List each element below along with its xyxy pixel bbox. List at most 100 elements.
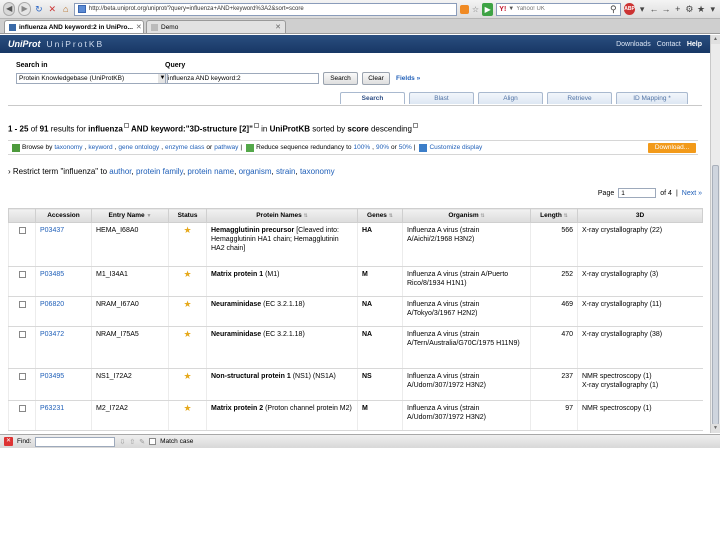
column-header-protein-names[interactable]: Protein Names ⇅ <box>206 208 358 223</box>
star-icon[interactable]: ★ <box>697 4 706 15</box>
customize-display-link[interactable]: Customize display <box>429 144 482 151</box>
find-previous-icon[interactable]: ⇧ <box>129 438 135 446</box>
accession-link[interactable]: P03472 <box>40 331 64 338</box>
match-case-checkbox[interactable] <box>149 438 157 445</box>
column-header-3d[interactable]: 3D <box>577 208 703 223</box>
close-icon[interactable]: ✕ <box>275 23 281 31</box>
database-select[interactable]: Protein Knowledgebase (UniProtKB) ▼ <box>16 73 168 84</box>
redundancy-50-link[interactable]: 50% <box>399 144 412 151</box>
page-input[interactable]: 1 <box>618 188 657 198</box>
uniprot-logo[interactable]: UniProt <box>8 39 41 49</box>
plus-icon[interactable]: + <box>673 4 682 14</box>
sort-desc-icon[interactable]: ▼ <box>146 213 151 219</box>
accession-link[interactable]: P03437 <box>40 227 64 234</box>
search-engine-box[interactable]: Y! ▼ ⚲ <box>496 2 622 16</box>
download-button[interactable]: Download... <box>648 143 696 153</box>
search-button[interactable]: Search <box>323 72 358 85</box>
browser-tab-demo[interactable]: Demo ✕ <box>146 20 286 33</box>
sort-icon[interactable]: ⇅ <box>304 213 308 219</box>
rss-icon[interactable] <box>459 4 469 14</box>
tab-blast[interactable]: Blast <box>409 92 474 104</box>
adblock-icon[interactable]: ABP <box>624 3 635 15</box>
back-icon[interactable]: ◀ <box>3 2 16 16</box>
redundancy-100-link[interactable]: 100% <box>354 144 371 151</box>
column-header-status[interactable]: Status <box>168 208 207 223</box>
tab-search[interactable]: Search <box>340 92 405 104</box>
tab-align[interactable]: Align <box>478 92 543 104</box>
query-input[interactable]: influenza AND keyword:2 <box>165 73 319 84</box>
chevron-down-icon[interactable]: ▼ <box>508 3 514 15</box>
browse-go-link[interactable]: gene ontology <box>118 144 159 151</box>
clear-button[interactable]: Clear <box>362 72 390 85</box>
fields-link[interactable]: Fields » <box>396 75 420 82</box>
downloads-link[interactable]: Downloads <box>616 41 651 48</box>
chevron-down-icon[interactable]: ▾ <box>638 4 647 15</box>
remove-term-icon[interactable] <box>253 123 259 128</box>
sort-icon[interactable]: ⇅ <box>480 213 484 219</box>
home-icon[interactable]: ⌂ <box>61 3 71 15</box>
restrict-family-link[interactable]: protein family <box>136 167 183 176</box>
restrict-taxonomy-link[interactable]: taxonomy <box>300 167 335 176</box>
browse-taxonomy-link[interactable]: taxonomy <box>54 144 82 151</box>
protein-names-cell: Matrix protein 1 (M1) <box>206 266 358 297</box>
arrow-left-icon[interactable]: ← <box>649 4 658 14</box>
restrict-author-link[interactable]: author <box>109 167 131 176</box>
separator: | <box>675 189 678 197</box>
yahoo-icon[interactable]: Y! <box>499 6 506 13</box>
row-checkbox[interactable] <box>18 405 26 412</box>
sort-icon[interactable]: ⇅ <box>564 213 568 219</box>
column-header-entry-name[interactable]: Entry Name ▼ <box>91 208 169 223</box>
url-text[interactable]: http://beta.uniprot.org/uniprot/?query=i… <box>89 6 304 12</box>
restrict-name-link[interactable]: protein name <box>187 167 234 176</box>
column-header-organism[interactable]: Organism ⇅ <box>402 208 531 223</box>
column-header-accession[interactable]: Accession <box>35 208 92 223</box>
go-icon[interactable]: ▶ <box>482 2 494 16</box>
remove-term-icon[interactable] <box>123 123 129 128</box>
find-next-icon[interactable]: ⇩ <box>119 438 125 446</box>
restrict-strain-link[interactable]: strain <box>276 167 296 176</box>
close-icon[interactable]: ✕ <box>136 23 142 31</box>
find-input[interactable] <box>35 436 116 447</box>
row-checkbox[interactable] <box>18 301 26 308</box>
scroll-up-icon[interactable]: ▲ <box>711 35 720 44</box>
scroll-thumb[interactable] <box>712 165 719 425</box>
row-checkbox[interactable] <box>18 331 26 338</box>
tab-retrieve[interactable]: Retrieve <box>547 92 612 104</box>
browse-enzyme-link[interactable]: enzyme class <box>165 144 204 151</box>
search-engine-input[interactable] <box>516 6 607 12</box>
gear-icon[interactable]: ⚙ <box>685 4 694 15</box>
bookmark-star-icon[interactable]: ☆ <box>472 5 479 14</box>
contact-link[interactable]: Contact <box>657 41 681 48</box>
accession-link[interactable]: P06820 <box>40 301 64 308</box>
row-checkbox[interactable] <box>18 373 26 380</box>
sort-icon[interactable]: ⇅ <box>389 213 393 219</box>
chevron-down-icon[interactable]: ▾ <box>708 4 717 15</box>
accession-link[interactable]: P63231 <box>40 405 64 412</box>
next-page-link[interactable]: Next » <box>682 190 702 197</box>
row-checkbox[interactable] <box>18 271 26 278</box>
row-checkbox[interactable] <box>18 227 26 234</box>
browse-keyword-link[interactable]: keyword <box>88 144 112 151</box>
stop-icon[interactable]: ✕ <box>47 3 57 15</box>
magnifier-icon[interactable]: ⚲ <box>608 4 618 15</box>
column-header-length[interactable]: Length ⇅ <box>530 208 578 223</box>
structure-cell: X-ray crystallography (38) <box>577 326 703 369</box>
scroll-down-icon[interactable]: ▼ <box>711 424 720 433</box>
close-icon[interactable]: ✕ <box>4 437 13 446</box>
browser-tab-uniprot[interactable]: influenza AND keyword:2 in UniPro... ✕ <box>4 20 144 33</box>
tab-id-mapping[interactable]: ID Mapping * <box>616 92 688 104</box>
column-header-genes[interactable]: Genes ⇅ <box>357 208 403 223</box>
accession-link[interactable]: P03495 <box>40 373 64 380</box>
reload-icon[interactable]: ↻ <box>34 3 44 15</box>
address-bar[interactable]: http://beta.uniprot.org/uniprot/?query=i… <box>73 2 457 16</box>
accession-link[interactable]: P03485 <box>40 271 64 278</box>
remove-sort-icon[interactable] <box>412 123 418 128</box>
restrict-organism-link[interactable]: organism <box>239 167 272 176</box>
browse-pathway-link[interactable]: pathway <box>214 144 238 151</box>
arrow-right-icon[interactable]: → <box>661 4 670 14</box>
help-link[interactable]: Help <box>687 41 702 48</box>
vertical-scrollbar[interactable]: ▲ ▼ <box>710 35 720 433</box>
forward-icon[interactable]: ▶ <box>18 2 31 16</box>
redundancy-90-link[interactable]: 90% <box>376 144 389 151</box>
highlight-icon[interactable]: ✎ <box>139 438 145 446</box>
